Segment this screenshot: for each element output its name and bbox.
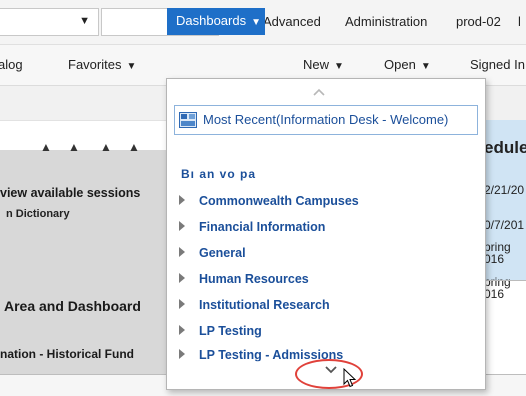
advanced-link[interactable]: Advanced	[263, 14, 321, 29]
chevron-down-icon: ▼	[420, 61, 431, 72]
chevron-down-icon: ▼	[126, 61, 137, 72]
schedule-title: edule	[484, 138, 526, 157]
mouse-cursor-icon	[343, 368, 357, 388]
garbled-item-text: Bı an vo pa	[181, 167, 257, 181]
most-recent-item[interactable]: Most Recent(Information Desk - Welcome)	[174, 105, 478, 135]
expand-arrow-icon	[179, 299, 185, 309]
right-row-3: 0/7/201	[484, 218, 525, 232]
menu-signed-in[interactable]: Signed In	[470, 57, 525, 72]
folder-label: Commonwealth Campuses	[199, 194, 359, 208]
chevron-down-icon: ▼	[251, 17, 262, 28]
menu-new[interactable]: New ▼	[303, 57, 344, 72]
right-row-7: 016	[484, 287, 505, 301]
server-label: prod-02	[456, 14, 501, 29]
expand-arrow-icon	[179, 349, 185, 359]
folder-label: General	[199, 246, 246, 260]
menu-open[interactable]: Open ▼	[384, 57, 431, 72]
expand-arrow-icon	[179, 273, 185, 283]
most-recent-label: Most Recent(Information Desk - Welcome)	[203, 112, 449, 127]
blurred-row: ▲ ▲ ▲ ▲	[40, 140, 140, 154]
view-sessions-text[interactable]: view available sessions	[0, 186, 140, 200]
dashboards-dropdown: Most Recent(Information Desk - Welcome) …	[166, 78, 486, 390]
historical-fund-text[interactable]: nation - Historical Fund	[0, 347, 134, 361]
menu-new-label: New	[303, 57, 330, 72]
left-content-panel	[0, 150, 166, 374]
folder-label: LP Testing	[199, 324, 262, 338]
chevron-up-icon[interactable]	[311, 87, 327, 97]
expand-arrow-icon	[179, 221, 185, 231]
menu-favorites-label: Favorites	[68, 57, 122, 72]
dashboard-icon	[179, 112, 197, 128]
expand-arrow-icon	[179, 247, 185, 257]
menu-dashboards-label: Dashboards	[176, 13, 247, 28]
right-row-5: 016	[484, 252, 505, 266]
top-extra-marker: l	[518, 14, 521, 29]
menu-open-label: Open	[384, 57, 416, 72]
search-scope-select[interactable]: ▼	[0, 8, 99, 36]
administration-link[interactable]: Administration	[345, 14, 427, 29]
folder-label: Institutional Research	[199, 298, 330, 312]
menu-favorites[interactable]: Favorites ▼	[68, 57, 136, 72]
menu-dashboards[interactable]: Dashboards ▼	[167, 8, 265, 35]
right-row-1: 2/21/20	[484, 183, 525, 197]
menu-catalog[interactable]: alog	[0, 57, 23, 72]
folder-label: Financial Information	[199, 220, 326, 234]
chevron-down-icon: ▼	[334, 61, 344, 72]
area-dashboard-text[interactable]: Area and Dashboard	[4, 298, 141, 314]
chevron-down-icon: ▼	[79, 15, 90, 27]
expand-arrow-icon	[179, 195, 185, 205]
right-divider	[484, 280, 526, 281]
dictionary-text[interactable]: n Dictionary	[6, 208, 70, 220]
folder-label: Human Resources	[199, 272, 309, 286]
expand-arrow-icon	[179, 325, 185, 335]
